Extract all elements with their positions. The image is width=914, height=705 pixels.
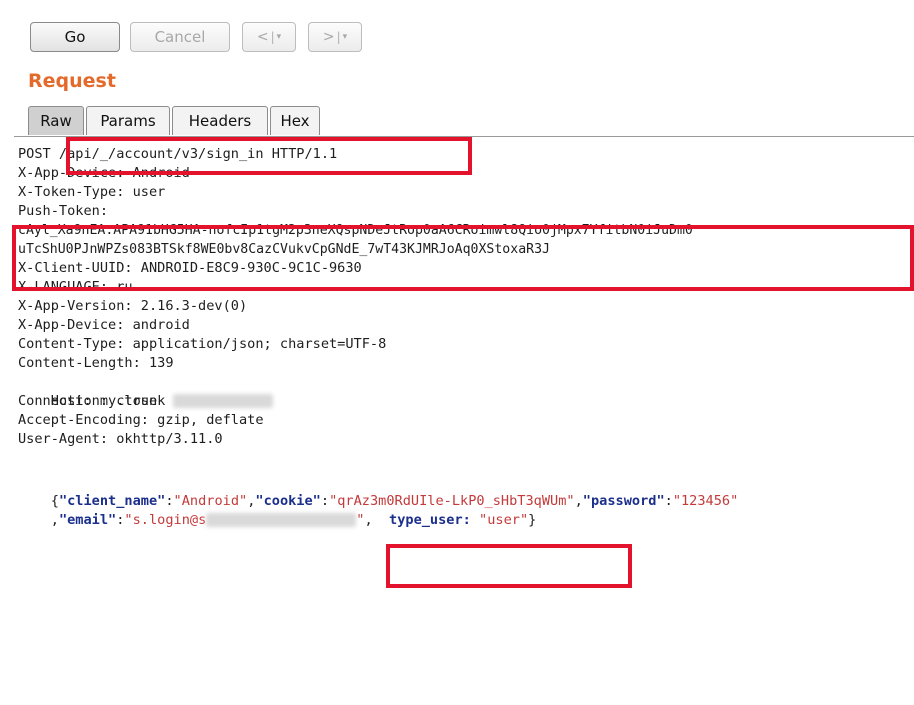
header-line: Push-Token: bbox=[18, 203, 109, 219]
header-line: X-Token-Type: user bbox=[18, 184, 166, 200]
back-arrow-icon: < bbox=[256, 29, 269, 45]
header-line: User-Agent: okhttp/3.11.0 bbox=[18, 431, 223, 447]
separator-glyph: | bbox=[336, 30, 341, 44]
tab-raw[interactable]: Raw bbox=[28, 106, 84, 135]
back-history-button[interactable]: < | ▾ bbox=[242, 22, 296, 52]
json-key: type_user: bbox=[389, 512, 471, 528]
tab-hex[interactable]: Hex bbox=[270, 106, 320, 135]
json-key: "password" bbox=[582, 493, 665, 509]
go-label: Go bbox=[64, 28, 86, 46]
separator-glyph: | bbox=[270, 30, 275, 44]
header-line: Connection: close bbox=[18, 393, 158, 409]
cancel-button[interactable]: Cancel bbox=[130, 22, 230, 52]
header-line: Content-Type: application/json; charset=… bbox=[18, 336, 387, 352]
redacted-host bbox=[173, 394, 274, 408]
cancel-label: Cancel bbox=[154, 28, 206, 46]
header-line: Content-Length: 139 bbox=[18, 355, 174, 371]
header-line: X-App-Device: android bbox=[18, 317, 190, 333]
json-key: "email" bbox=[58, 512, 117, 528]
tab-params[interactable]: Params bbox=[86, 106, 170, 135]
json-comma: , bbox=[50, 512, 59, 528]
tab-headers[interactable]: Headers bbox=[172, 106, 268, 135]
json-value: "s.login@s bbox=[124, 512, 207, 528]
json-value: "user" bbox=[479, 512, 529, 528]
endpoint-highlight-box bbox=[66, 137, 472, 175]
json-brace: } bbox=[528, 512, 537, 528]
forward-arrow-icon: > bbox=[322, 29, 335, 45]
chevron-down-icon: ▾ bbox=[276, 32, 282, 42]
go-button[interactable]: Go bbox=[30, 22, 120, 52]
header-line: X-App-Version: 2.16.3-dev(0) bbox=[18, 298, 248, 314]
json-body-line: ,"email":"s.login@s ", type_user: "user"} bbox=[50, 512, 537, 528]
header-line: Accept-Encoding: gzip, deflate bbox=[18, 412, 264, 428]
push-token-highlight-box bbox=[12, 225, 914, 291]
chevron-down-icon: ▾ bbox=[342, 32, 348, 42]
type-user-highlight-box bbox=[386, 544, 632, 588]
forward-history-button[interactable]: > | ▾ bbox=[308, 22, 362, 52]
json-value: "123456" bbox=[672, 493, 739, 509]
raw-request-editor[interactable]: POST /api/_/account/v3/sign_in HTTP/1.1 … bbox=[14, 136, 914, 705]
redacted-email bbox=[206, 513, 357, 527]
request-section-title: Request bbox=[28, 70, 116, 92]
